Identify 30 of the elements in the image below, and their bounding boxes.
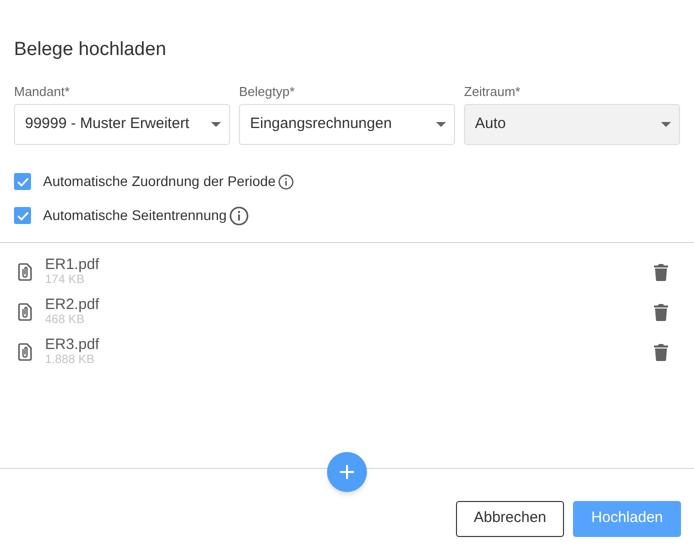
caret-icon xyxy=(436,122,446,126)
attachment-file-icon xyxy=(18,262,32,280)
dropdown-field[interactable]: 99999 - Muster Erweitert xyxy=(14,104,230,144)
attachment-file-icon xyxy=(18,342,32,360)
file-size: 1.888 KB xyxy=(45,352,94,366)
file-name: ER2.pdf xyxy=(45,296,100,312)
file-name: ER3.pdf xyxy=(45,336,100,352)
delete-icon[interactable] xyxy=(654,302,668,320)
attachment-file-icon xyxy=(18,302,32,320)
file-name: ER1.pdf xyxy=(45,256,100,272)
caret-icon xyxy=(661,122,671,126)
checkbox[interactable] xyxy=(14,173,31,190)
plus-icon xyxy=(340,465,354,479)
file-size: 468 KB xyxy=(45,312,84,326)
checkbox-label: Automatische Seitentrennung xyxy=(43,206,227,225)
field-label: Mandant* xyxy=(14,82,71,100)
dialog-title: Belege hochladen xyxy=(14,38,168,62)
file-size: 174 KB xyxy=(45,272,84,286)
field-label: Zeitraum* xyxy=(464,82,522,100)
dropdown-field[interactable]: Eingangsrechnungen xyxy=(239,104,455,144)
info-icon[interactable] xyxy=(278,174,294,190)
checkbox-label: Automatische Zuordnung der Periode xyxy=(43,172,276,191)
add-file-button[interactable] xyxy=(327,452,367,492)
checkbox[interactable] xyxy=(14,207,31,224)
delete-icon[interactable] xyxy=(654,262,668,280)
cancel-button[interactable]: Abbrechen xyxy=(456,500,564,536)
field-label: Belegtyp* xyxy=(239,82,296,101)
caret-icon xyxy=(211,122,221,126)
info-icon[interactable] xyxy=(228,206,249,226)
delete-icon[interactable] xyxy=(654,342,668,360)
